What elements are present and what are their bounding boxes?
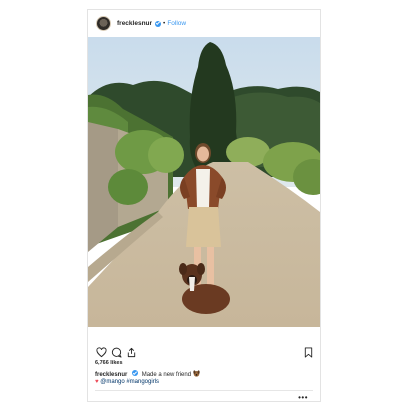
- post-header: frecklesnur • Follow: [88, 10, 320, 37]
- post-username[interactable]: frecklesnur: [117, 20, 152, 27]
- tags-text[interactable]: @mango #mangogirls: [100, 379, 159, 385]
- caption-verified-badge-icon: [132, 370, 139, 376]
- caption-text: Made a new friend: [141, 372, 192, 378]
- post-tags: ♥ @mango #mangogirls: [95, 379, 159, 385]
- instagram-post: frecklesnur • Follow 6,766 likes freckle…: [87, 9, 321, 402]
- post-photo-illustration: [88, 37, 320, 327]
- red-heart-emoji-icon: ♥: [95, 379, 99, 385]
- post-caption: frecklesnur Made a new friend: [95, 370, 200, 378]
- post-actions-bar: [96, 347, 314, 359]
- comment-divider: [95, 390, 313, 391]
- follow-button[interactable]: Follow: [167, 20, 186, 27]
- header-separator: •: [163, 20, 166, 27]
- heart-outline-icon[interactable]: [96, 347, 107, 358]
- likes-count[interactable]: 6,766 likes: [95, 360, 123, 366]
- dog-face-emoji-icon: [193, 370, 200, 377]
- caption-username[interactable]: frecklesnur: [95, 372, 127, 378]
- share-arrow-icon[interactable]: [126, 347, 137, 358]
- more-options-icon[interactable]: •••: [298, 393, 308, 402]
- post-photo[interactable]: [88, 37, 320, 327]
- avatar[interactable]: [96, 16, 111, 31]
- speech-bubble-icon[interactable]: [111, 347, 122, 358]
- bookmark-icon[interactable]: [303, 347, 314, 358]
- verified-badge-icon: [155, 20, 162, 27]
